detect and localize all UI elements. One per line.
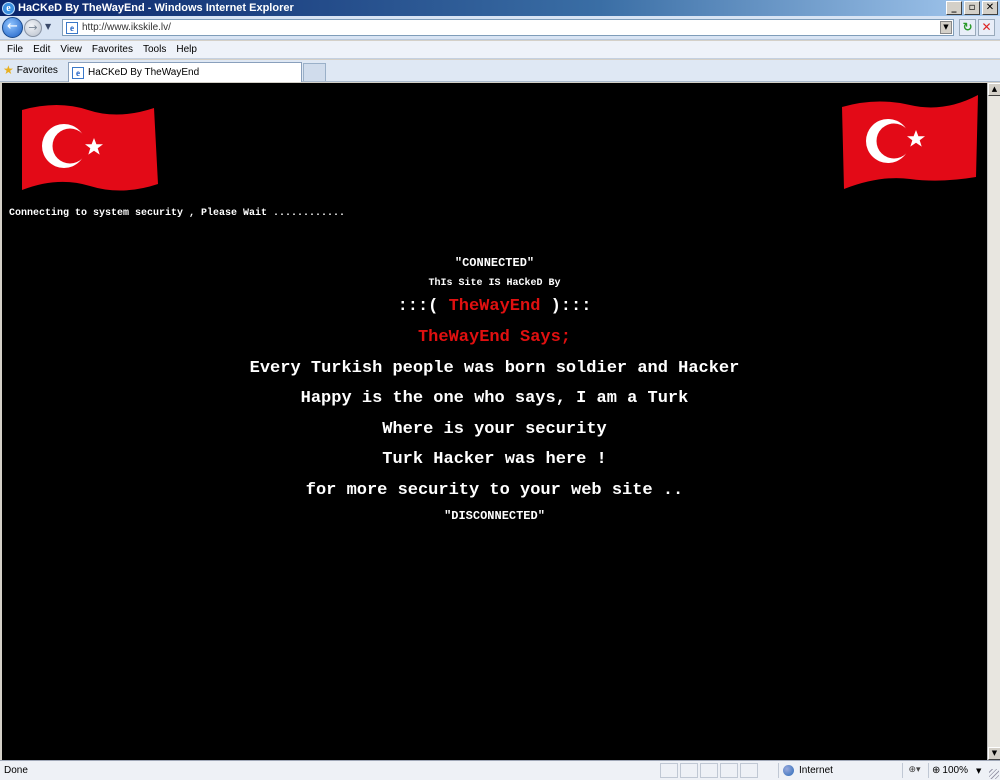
stop-button[interactable]: ✕: [978, 19, 995, 36]
favorites-button[interactable]: ★ Favorites: [3, 63, 58, 77]
status-bar: Done Internet ⊕▾ ⊕ 100% ▼: [0, 760, 1000, 780]
title-bar: e HaCKeD By TheWayEnd - Windows Internet…: [0, 0, 1000, 16]
magnifier-icon: ⊕: [932, 765, 941, 776]
recent-pages-dropdown[interactable]: ▼: [45, 22, 51, 31]
hacked-by-text: ThIs Site IS HaCkeD By: [428, 278, 561, 289]
zoom-dropdown-icon: ▼: [975, 766, 982, 775]
message-line: Turk Hacker was here !: [382, 450, 607, 469]
handle-prefix: :::(: [397, 297, 449, 316]
refresh-button[interactable]: ↻: [959, 19, 976, 36]
star-icon: ★: [3, 63, 14, 77]
menu-bar: File Edit View Favorites Tools Help: [0, 41, 1000, 59]
favorites-label: Favorites: [16, 64, 58, 76]
back-button[interactable]: ←: [2, 17, 23, 38]
page-content: Connecting to system security , Please W…: [2, 83, 987, 760]
protected-mode-button[interactable]: ⊕▾: [902, 763, 926, 778]
status-pane: [680, 763, 698, 778]
status-pane: [740, 763, 758, 778]
status-text: Done: [4, 765, 28, 776]
window-controls: _ ▫ ✕: [946, 1, 998, 15]
tab-title: HaCKeD By TheWayEnd: [88, 67, 200, 78]
turkish-flag-right: [842, 95, 978, 189]
menu-file[interactable]: File: [2, 41, 28, 59]
minimize-button[interactable]: _: [946, 1, 962, 15]
status-pane: [700, 763, 718, 778]
menu-edit[interactable]: Edit: [28, 41, 55, 59]
status-pane: [660, 763, 678, 778]
handle-name: TheWayEnd: [448, 297, 541, 316]
menu-favorites[interactable]: Favorites: [87, 41, 138, 59]
address-bar[interactable]: e http://www.ikskile.lv/ ▼: [62, 19, 954, 36]
menu-view[interactable]: View: [55, 41, 87, 59]
message-line: for more security to your web site ..: [305, 481, 684, 500]
scroll-up-button[interactable]: ▲: [988, 83, 1000, 96]
ie-icon: e: [2, 1, 15, 15]
url-text[interactable]: http://www.ikskile.lv/: [82, 22, 171, 33]
zoom-level: 100%: [942, 765, 968, 776]
connecting-text: Connecting to system security , Please W…: [9, 208, 346, 219]
window-title: HaCKeD By TheWayEnd - Windows Internet E…: [18, 2, 294, 14]
tab-page-icon: e: [72, 66, 84, 79]
new-tab-button[interactable]: [303, 63, 326, 81]
close-button[interactable]: ✕: [982, 1, 998, 15]
scroll-down-button[interactable]: ▼: [988, 747, 1000, 760]
zoom-control[interactable]: ⊕ 100% ▼: [928, 763, 988, 778]
tab-active[interactable]: e HaCKeD By TheWayEnd: [68, 62, 302, 82]
security-zone[interactable]: Internet: [778, 763, 898, 778]
address-dropdown-button[interactable]: ▼: [940, 21, 952, 34]
zone-label: Internet: [799, 765, 833, 776]
says-text: TheWayEnd Says;: [417, 328, 572, 347]
menu-tools[interactable]: Tools: [138, 41, 171, 59]
back-arrow-icon: ←: [7, 19, 18, 34]
handle-suffix: ):::: [540, 297, 592, 316]
vertical-scrollbar[interactable]: ▲ ▼: [987, 83, 1000, 760]
disconnected-text: "DISCONNECTED": [444, 509, 545, 523]
message-line: Happy is the one who says, I am a Turk: [300, 389, 689, 408]
message-line: Every Turkish people was born soldier an…: [249, 359, 740, 378]
turkish-flag-left: [22, 105, 158, 191]
page-icon: e: [66, 21, 78, 34]
forward-arrow-icon: →: [28, 21, 38, 34]
message-line: Where is your security: [382, 420, 607, 439]
resize-grip[interactable]: [989, 769, 999, 779]
refresh-icon: ↻: [962, 20, 973, 34]
maximize-button[interactable]: ▫: [964, 1, 980, 15]
forward-button[interactable]: →: [24, 19, 42, 37]
stop-icon: ✕: [981, 20, 992, 34]
globe-icon: [783, 765, 794, 776]
navigation-bar: ← → ▼ e http://www.ikskile.lv/ ▼ ↻ ✕: [0, 16, 1000, 40]
status-pane: [720, 763, 738, 778]
menu-help[interactable]: Help: [171, 41, 202, 59]
connected-text: "CONNECTED": [454, 256, 535, 270]
handle-line: :::( TheWayEnd ):::: [2, 297, 987, 316]
tab-bar: ★ Favorites e HaCKeD By TheWayEnd: [0, 60, 1000, 82]
status-panes: [660, 763, 758, 778]
